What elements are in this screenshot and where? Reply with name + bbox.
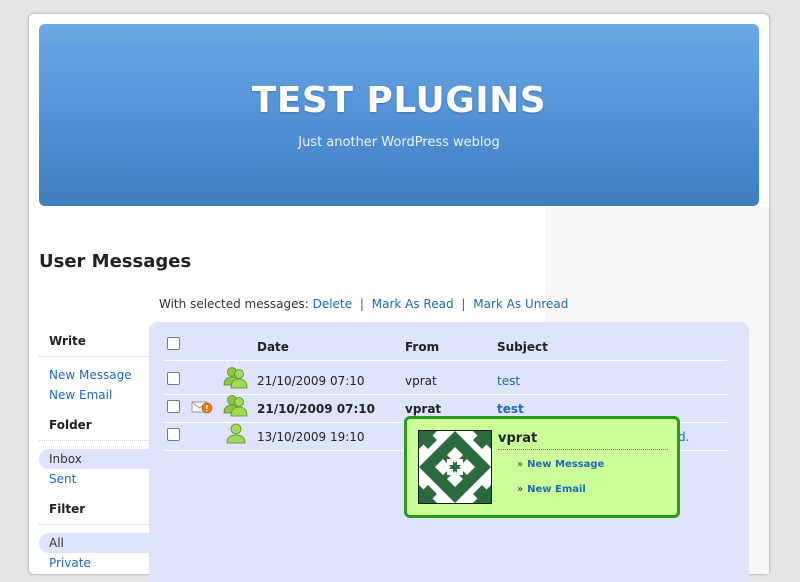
row-checkbox[interactable] bbox=[167, 428, 180, 441]
column-header-from[interactable]: From bbox=[405, 340, 439, 354]
filter-private[interactable]: Private bbox=[39, 553, 149, 573]
write-heading: Write bbox=[39, 332, 149, 357]
new-email-link[interactable]: New Email bbox=[39, 385, 149, 405]
delete-link[interactable]: Delete bbox=[313, 297, 352, 311]
folder-sent[interactable]: Sent bbox=[39, 469, 149, 489]
popup-new-email-link[interactable]: » New Email bbox=[517, 484, 586, 495]
users-group-icon bbox=[223, 393, 249, 422]
row-date: 21/10/2009 07:10 bbox=[257, 374, 365, 388]
new-mail-alert-icon bbox=[191, 399, 213, 418]
site-title[interactable]: TEST PLUGINS bbox=[39, 80, 759, 121]
separator: | bbox=[461, 297, 466, 311]
raquo-icon: » bbox=[517, 459, 524, 470]
folder-inbox[interactable]: Inbox bbox=[39, 449, 149, 469]
column-header-subject[interactable]: Subject bbox=[497, 340, 548, 354]
site-description: Just another WordPress weblog bbox=[298, 135, 500, 150]
user-info-popup: vprat » New Message » New Email bbox=[404, 416, 680, 518]
row-date: 13/10/2009 19:10 bbox=[257, 430, 365, 444]
filter-heading: Filter bbox=[39, 500, 149, 525]
bulk-actions-label: With selected messages: bbox=[159, 297, 309, 311]
users-group-icon bbox=[223, 365, 249, 394]
messages-sidebar: Write New Message New Email Folder Inbox… bbox=[39, 332, 149, 573]
raquo-icon: » bbox=[517, 484, 524, 495]
filter-all[interactable]: All bbox=[39, 533, 149, 553]
row-subject-link[interactable]: test bbox=[497, 402, 524, 416]
user-single-icon bbox=[223, 421, 249, 450]
separator: | bbox=[359, 297, 364, 311]
folder-heading: Folder bbox=[39, 416, 149, 441]
page-title: User Messages bbox=[39, 251, 192, 272]
identicon-avatar bbox=[418, 430, 492, 504]
row-from: vprat bbox=[405, 374, 437, 388]
row-date: 21/10/2009 07:10 bbox=[257, 402, 375, 416]
row-subject-link[interactable]: test bbox=[497, 374, 520, 388]
site-header: TEST PLUGINS Just another WordPress webl… bbox=[39, 24, 759, 206]
table-header: Date From Subject bbox=[165, 332, 727, 361]
popup-username: vprat bbox=[498, 431, 668, 450]
row-from: vprat bbox=[405, 402, 442, 416]
mark-as-unread-link[interactable]: Mark As Unread bbox=[473, 297, 568, 311]
popup-new-message-link[interactable]: » New Message bbox=[517, 459, 604, 470]
mark-as-read-link[interactable]: Mark As Read bbox=[372, 297, 454, 311]
column-header-date[interactable]: Date bbox=[257, 340, 289, 354]
bulk-actions-bar: With selected messages: Delete | Mark As… bbox=[159, 297, 568, 311]
table-row[interactable]: 21/10/2009 07:10 vprat test bbox=[165, 366, 727, 395]
row-subject[interactable]: test bbox=[497, 402, 524, 416]
row-checkbox[interactable] bbox=[167, 400, 180, 413]
select-all-checkbox[interactable] bbox=[167, 337, 180, 350]
new-message-link[interactable]: New Message bbox=[39, 365, 149, 385]
row-checkbox[interactable] bbox=[167, 372, 180, 385]
row-subject[interactable]: test bbox=[497, 374, 520, 388]
